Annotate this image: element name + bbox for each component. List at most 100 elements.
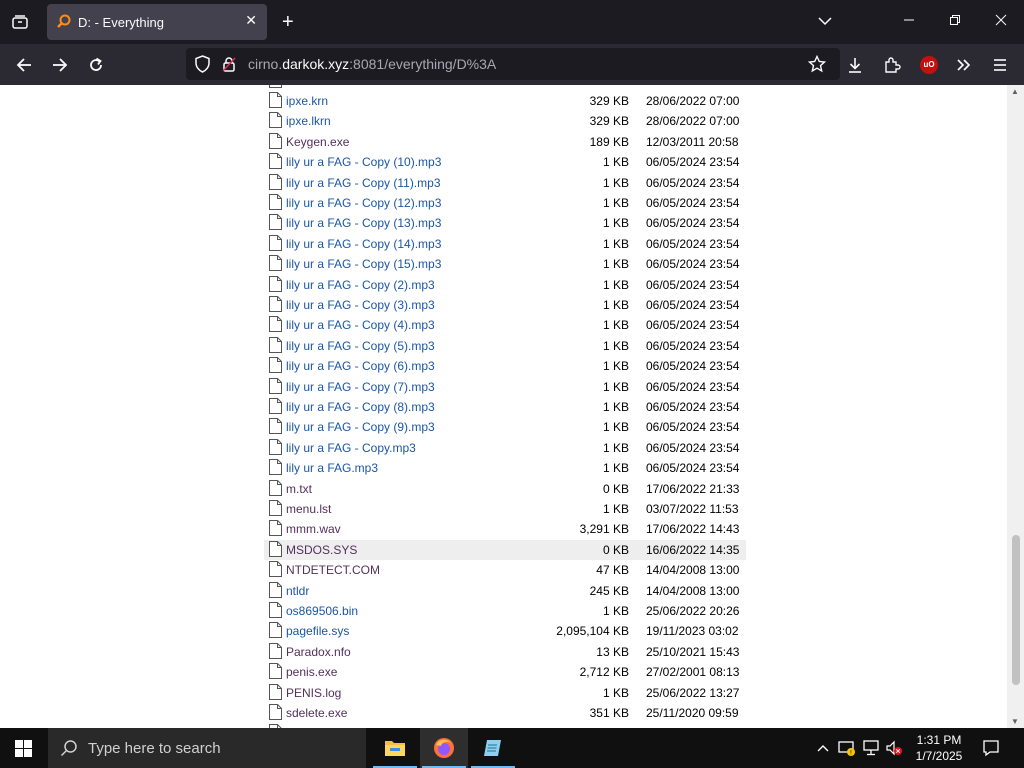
file-name-link[interactable]: ntldr xyxy=(286,584,309,598)
file-name-link[interactable]: lily ur a FAG - Copy (11).mp3 xyxy=(286,176,441,190)
file-name-link[interactable]: lily ur a FAG - Copy (10).mp3 xyxy=(286,155,441,169)
lock-icon[interactable] xyxy=(222,56,236,77)
file-name-link[interactable]: sdelete.exe xyxy=(286,706,347,720)
file-row[interactable]: lily ur a FAG - Copy.mp3 1 KB 06/05/2024 2… xyxy=(264,438,746,458)
file-name-link[interactable]: menu.lst xyxy=(286,502,331,516)
file-name-link[interactable]: lily ur a FAG - Copy (9).mp3 xyxy=(286,420,435,434)
file-row[interactable]: lily ur a FAG - Copy (11).mp3 1 KB 06/05/2… xyxy=(264,173,746,193)
file-name-link[interactable]: lily ur a FAG - Copy (12).mp3 xyxy=(286,196,441,210)
file-row[interactable]: lily ur a FAG - Copy (6).mp3 1 KB 06/05/20… xyxy=(264,356,746,376)
file-row[interactable]: pagefile.sys 2,095,104 KB 19/11/2023 03:02 xyxy=(264,621,746,641)
file-row[interactable]: ipxe.lkrn 329 KB 28/06/2022 07:00 xyxy=(264,111,746,131)
tracking-protection-icon[interactable] xyxy=(194,55,211,78)
file-name-link[interactable]: lily ur a FAG - Copy (3).mp3 xyxy=(286,298,435,312)
system-clock[interactable]: 1:31 PM 1/7/2025 xyxy=(908,732,970,764)
file-row[interactable]: ntldr 245 KB 14/04/2008 13:00 xyxy=(264,581,746,601)
minimize-icon[interactable] xyxy=(903,14,915,30)
vertical-scrollbar[interactable]: ▲ ▼ xyxy=(1007,85,1024,728)
file-name-link[interactable]: lily ur a FAG - Copy (2).mp3 xyxy=(286,278,435,292)
taskbar-search-box[interactable]: Type here to search xyxy=(48,728,366,768)
tab-list-icon[interactable] xyxy=(11,13,29,35)
url-text[interactable]: cirno.darkok.xyz:8081/everything/D%3A xyxy=(248,56,496,72)
scroll-up-icon[interactable]: ▲ xyxy=(1011,87,1019,96)
file-name-link[interactable]: ipxe.lkrn xyxy=(286,114,331,128)
new-tab-icon[interactable]: + xyxy=(282,12,294,32)
file-date-modified: 06/05/2024 23:54 xyxy=(646,257,740,272)
tab-close-icon[interactable]: ✕ xyxy=(245,12,257,29)
defender-warning-icon[interactable]: ! xyxy=(838,739,856,762)
volume-muted-icon[interactable] xyxy=(885,739,903,762)
file-name-link[interactable]: os869506.bin xyxy=(286,604,358,618)
file-row[interactable]: lily ur a FAG - Copy (9).mp3 1 KB 06/05/20… xyxy=(264,417,746,437)
file-row[interactable]: lily ur a FAG - Copy (8).mp3 1 KB 06/05/20… xyxy=(264,397,746,417)
file-name-link[interactable]: lily ur a FAG - Copy.mp3 xyxy=(286,441,416,455)
reload-icon[interactable] xyxy=(84,44,108,85)
network-icon[interactable] xyxy=(862,739,880,762)
file-row[interactable]: lily ur a FAG - Copy (10).mp3 1 KB 06/05/2… xyxy=(264,152,746,172)
file-row[interactable]: Paradox.nfo 13 KB 25/10/2021 15:43 xyxy=(264,642,746,662)
file-row[interactable]: mmm.wav 3,291 KB 17/06/2022 14:43 xyxy=(264,519,746,539)
file-row[interactable]: MSDOS.SYS 0 KB 16/06/2022 14:35 xyxy=(264,539,746,560)
file-row[interactable]: lily ur a FAG - Copy (7).mp3 1 KB 06/05/20… xyxy=(264,377,746,397)
file-row[interactable]: menu.lst 1 KB 03/07/2022 11:53 xyxy=(264,499,746,519)
file-name-link[interactable]: lily ur a FAG - Copy (15).mp3 xyxy=(286,257,441,271)
file-row[interactable]: lily ur a FAG - Copy (12).mp3 1 KB 06/05/2… xyxy=(264,193,746,213)
overflow-chevron-icon[interactable] xyxy=(953,44,975,85)
file-name-link[interactable]: lily ur a FAG - Copy (5).mp3 xyxy=(286,339,435,353)
file-row[interactable]: lily ur a FAG - Copy (2).mp3 1 KB 06/05/20… xyxy=(264,275,746,295)
file-name-link[interactable]: NTDETECT.COM xyxy=(286,563,380,577)
restore-icon[interactable] xyxy=(949,14,961,30)
file-name-link[interactable]: lily ur a FAG - Copy (13).mp3 xyxy=(286,216,441,230)
file-name-link[interactable]: lily ur a FAG - Copy (7).mp3 xyxy=(286,380,435,394)
file-row[interactable]: NTDETECT.COM 47 KB 14/04/2008 13:00 xyxy=(264,560,746,580)
close-window-icon[interactable] xyxy=(995,14,1007,30)
file-row[interactable]: ipxe.krn 329 KB 28/06/2022 07:00 xyxy=(264,91,746,111)
file-size: 1 KB xyxy=(602,338,629,353)
file-row[interactable]: lily ur a FAG - Copy (5).mp3 1 KB 06/05/20… xyxy=(264,336,746,356)
file-name-link[interactable]: lily ur a FAG - Copy (4).mp3 xyxy=(286,318,435,332)
tab-active[interactable]: D: - Everything ✕ xyxy=(47,4,267,40)
file-name-link[interactable]: ipxe.krn xyxy=(286,94,328,108)
file-row[interactable]: penis.exe 2,712 KB 27/02/2001 08:13 xyxy=(264,662,746,682)
file-name-link[interactable]: lily ur a FAG - Copy (8).mp3 xyxy=(286,400,435,414)
file-row[interactable]: lily ur a FAG - Copy (4).mp3 1 KB 06/05/20… xyxy=(264,315,746,335)
bookmark-star-icon[interactable] xyxy=(807,54,827,78)
file-row[interactable]: lily ur a FAG - Copy (15).mp3 1 KB 06/05/2… xyxy=(264,254,746,274)
file-row[interactable]: lily ur a FAG - Copy (14).mp3 1 KB 06/05/2… xyxy=(264,234,746,254)
file-name-link[interactable]: lily ur a FAG.mp3 xyxy=(286,461,378,475)
file-name-link[interactable]: Paradox.nfo xyxy=(286,645,351,659)
ublock-origin-icon[interactable]: uO xyxy=(918,44,940,85)
file-row[interactable]: lily ur a FAG - Copy (3).mp3 1 KB 06/05/20… xyxy=(264,295,746,315)
list-all-tabs-icon[interactable] xyxy=(818,14,832,32)
scroll-thumb[interactable] xyxy=(1012,535,1020,685)
file-name-link[interactable]: lily ur a FAG - Copy (14).mp3 xyxy=(286,237,441,251)
file-row[interactable]: lily ur a FAG - Copy (13).mp3 1 KB 06/05/2… xyxy=(264,213,746,233)
show-hidden-icons-icon[interactable] xyxy=(816,741,830,760)
file-row[interactable]: PENIS.log 1 KB 25/06/2022 13:27 xyxy=(264,683,746,703)
windows-start-icon[interactable] xyxy=(15,740,32,762)
file-row[interactable]: m.txt 0 KB 17/06/2022 21:33 xyxy=(264,479,746,499)
file-name-link[interactable]: pagefile.sys xyxy=(286,624,349,638)
forward-icon[interactable] xyxy=(48,44,72,85)
file-name-link[interactable]: PENIS.log xyxy=(286,686,341,700)
file-row[interactable]: lily ur a FAG.mp3 1 KB 06/05/2024 23:54 xyxy=(264,458,746,478)
file-name-link[interactable]: mmm.wav xyxy=(286,522,341,536)
file-row[interactable]: os869506.bin 1 KB 25/06/2022 20:26 xyxy=(264,601,746,621)
file-name-link[interactable]: lily ur a FAG - Copy (6).mp3 xyxy=(286,359,435,373)
file-row[interactable]: sdelete.exe 351 KB 25/11/2020 09:59 xyxy=(264,703,746,723)
file-name-link[interactable]: penis.exe xyxy=(286,665,337,679)
url-bar[interactable]: cirno.darkok.xyz:8081/everything/D%3A xyxy=(186,48,840,80)
file-row[interactable]: Keygen.exe 189 KB 12/03/2011 20:58 xyxy=(264,132,746,152)
back-icon[interactable] xyxy=(12,44,36,85)
hamburger-menu-icon[interactable] xyxy=(990,44,1010,85)
extensions-icon[interactable] xyxy=(882,44,902,85)
scroll-down-icon[interactable]: ▼ xyxy=(1011,717,1019,726)
file-name-link[interactable]: MSDOS.SYS xyxy=(286,543,357,557)
taskbar-firefox[interactable] xyxy=(420,728,468,768)
downloads-icon[interactable] xyxy=(845,44,865,85)
taskbar-notepad[interactable] xyxy=(469,728,517,768)
notifications-icon[interactable] xyxy=(982,739,1000,762)
taskbar-file-explorer[interactable] xyxy=(371,728,419,768)
file-name-link[interactable]: m.txt xyxy=(286,482,312,496)
file-name-link[interactable]: Keygen.exe xyxy=(286,135,349,149)
